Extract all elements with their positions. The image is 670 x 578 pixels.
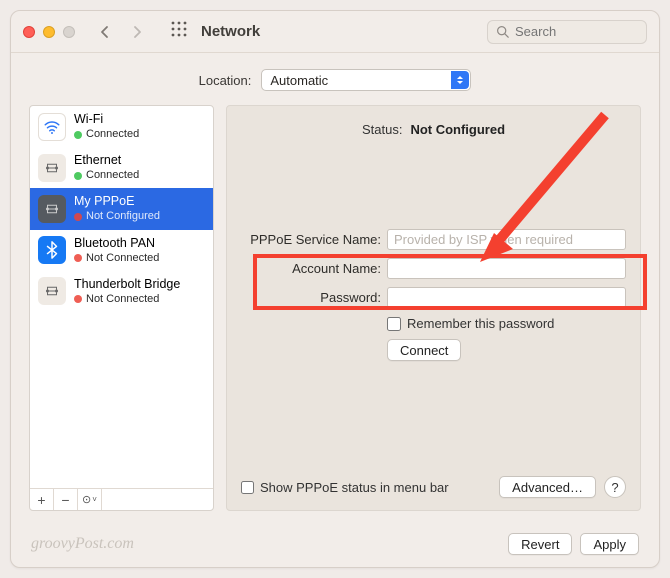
- ethernet-icon: [38, 195, 66, 223]
- search-input[interactable]: [515, 24, 638, 39]
- remember-label: Remember this password: [407, 316, 554, 331]
- service-actions-button[interactable]: ⊙˅: [78, 489, 102, 510]
- account-row: Account Name:: [241, 258, 626, 279]
- sidebar-item-wifi[interactable]: Wi-Fi Connected: [30, 106, 213, 147]
- window-title: Network: [201, 23, 260, 40]
- search-icon: [496, 25, 509, 38]
- location-value: Automatic: [270, 73, 328, 88]
- show-status-label: Show PPPoE status in menu bar: [260, 480, 449, 495]
- revert-button[interactable]: Revert: [508, 533, 572, 555]
- sidebar-item-pppoe[interactable]: My PPPoE Not Configured: [30, 188, 213, 229]
- status-dot-icon: [74, 131, 82, 139]
- location-select[interactable]: Automatic: [261, 69, 471, 91]
- advanced-button[interactable]: Advanced…: [499, 476, 596, 498]
- status-dot-icon: [74, 295, 82, 303]
- remember-checkbox[interactable]: [387, 317, 401, 331]
- select-stepper-icon: [451, 71, 469, 89]
- status-dot-icon: [74, 172, 82, 180]
- ethernet-icon: [38, 154, 66, 182]
- bluetooth-icon: [38, 236, 66, 264]
- service-status: Not Configured: [86, 210, 160, 223]
- status-label: Status:: [362, 122, 402, 137]
- help-button[interactable]: ?: [604, 476, 626, 498]
- account-label: Account Name:: [241, 261, 381, 276]
- search-field[interactable]: [487, 20, 647, 44]
- service-status: Connected: [86, 169, 139, 182]
- remember-row: Remember this password: [387, 316, 626, 331]
- status-row: Status: Not Configured: [241, 122, 626, 137]
- sidebar-item-thunderbolt[interactable]: Thunderbolt Bridge Not Connected: [30, 271, 213, 312]
- main-panel: Status: Not Configured PPPoE Service Nam…: [226, 105, 641, 511]
- show-all-icon[interactable]: [171, 21, 187, 42]
- service-name-row: PPPoE Service Name:: [241, 229, 626, 250]
- close-icon[interactable]: [23, 26, 35, 38]
- status-dot-icon: [74, 254, 82, 262]
- location-row: Location: Automatic: [11, 53, 659, 105]
- remove-service-button[interactable]: −: [54, 489, 78, 510]
- status-value: Not Configured: [410, 122, 505, 137]
- sidebar-item-bluetooth[interactable]: Bluetooth PAN Not Connected: [30, 230, 213, 271]
- apply-button[interactable]: Apply: [580, 533, 639, 555]
- service-name: Ethernet: [74, 153, 139, 168]
- show-status-row: Show PPPoE status in menu bar: [241, 480, 449, 495]
- service-name: Wi-Fi: [74, 112, 139, 127]
- preferences-window: Network Location: Automatic Wi-Fi Conn: [10, 10, 660, 568]
- forward-button[interactable]: [125, 20, 149, 44]
- service-status: Not Connected: [86, 293, 159, 306]
- connect-button[interactable]: Connect: [387, 339, 461, 361]
- sidebar-item-ethernet[interactable]: Ethernet Connected: [30, 147, 213, 188]
- window-footer: groovyPost.com Revert Apply: [11, 525, 659, 567]
- password-input[interactable]: [387, 287, 626, 308]
- password-row: Password:: [241, 287, 626, 308]
- account-input[interactable]: [387, 258, 626, 279]
- service-name: Thunderbolt Bridge: [74, 277, 180, 292]
- minimize-icon[interactable]: [43, 26, 55, 38]
- window-controls: [23, 26, 75, 38]
- service-name: My PPPoE: [74, 194, 160, 209]
- service-name: Bluetooth PAN: [74, 236, 159, 251]
- show-status-checkbox[interactable]: [241, 481, 254, 494]
- watermark: groovyPost.com: [31, 535, 134, 553]
- ethernet-icon: [38, 277, 66, 305]
- add-service-button[interactable]: +: [30, 489, 54, 510]
- service-name-label: PPPoE Service Name:: [241, 232, 381, 247]
- sidebar-footer: + − ⊙˅: [30, 488, 213, 510]
- service-status: Connected: [86, 128, 139, 141]
- location-label: Location:: [199, 73, 252, 88]
- back-button[interactable]: [93, 20, 117, 44]
- service-name-input[interactable]: [387, 229, 626, 250]
- status-dot-icon: [74, 213, 82, 221]
- service-sidebar: Wi-Fi Connected Ethernet Connected: [29, 105, 214, 511]
- zoom-icon: [63, 26, 75, 38]
- password-label: Password:: [241, 290, 381, 305]
- titlebar: Network: [11, 11, 659, 53]
- service-status: Not Connected: [86, 252, 159, 265]
- wifi-icon: [38, 113, 66, 141]
